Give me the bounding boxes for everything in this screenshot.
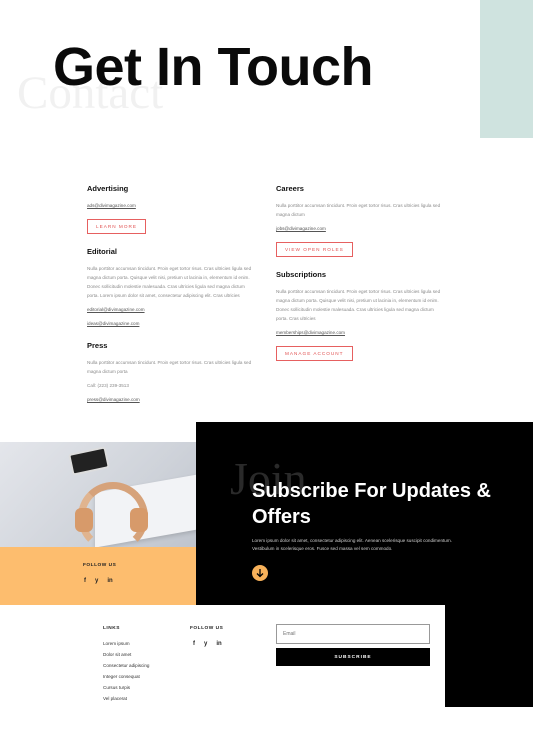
linkedin-icon[interactable]: in xyxy=(107,578,112,584)
memberships-email-link[interactable]: memberships@divimagazine.com xyxy=(276,328,446,337)
facebook-icon[interactable]: f xyxy=(84,578,86,584)
headphones-photo xyxy=(0,442,196,547)
twitter-icon[interactable]: y xyxy=(204,641,207,647)
linkedin-icon[interactable]: in xyxy=(216,641,221,647)
manage-account-button[interactable]: MANAGE ACCOUNT xyxy=(276,346,353,361)
headphone-cup-left xyxy=(75,508,93,532)
arrow-down-circle-icon[interactable] xyxy=(252,565,268,581)
press-heading: Press xyxy=(87,341,108,350)
press-text: Nulla porttitor accumsan tincidunt. Proi… xyxy=(87,360,252,374)
advertising-email-link[interactable]: ads@divimagazine.com xyxy=(87,201,257,210)
editorial-text: Nulla porttitor accumsan tincidunt. Proi… xyxy=(87,266,252,298)
view-open-roles-button[interactable]: VIEW OPEN ROLES xyxy=(276,242,353,257)
footer-link[interactable]: Dolor sit amet xyxy=(103,649,149,660)
ideas-email-link[interactable]: ideas@divimagazine.com xyxy=(87,319,257,328)
footer-link[interactable]: Vel placerat xyxy=(103,693,149,704)
facebook-icon[interactable]: f xyxy=(193,641,195,647)
phone-shape xyxy=(68,446,110,476)
footer-follow-label: FOLLOW US xyxy=(190,626,224,631)
teal-accent-block xyxy=(480,0,533,138)
editorial-email-link[interactable]: editorial@divimagazine.com xyxy=(87,305,257,314)
learn-more-button[interactable]: LEARN MORE xyxy=(87,219,146,234)
footer-link[interactable]: Lorem ipsum xyxy=(103,638,149,649)
footer-links-list: Lorem ipsum Dolor sit amet Consectetur a… xyxy=(103,638,149,704)
footer-links-label: LINKS xyxy=(103,626,120,631)
headphone-cup-right xyxy=(130,508,148,532)
footer-link[interactable]: Consectetur adipiscing xyxy=(103,660,149,671)
social-links: f y in xyxy=(84,578,113,584)
careers-heading: Careers xyxy=(276,184,304,193)
careers-email-link[interactable]: jobs@divimagazine.com xyxy=(276,224,446,233)
email-input[interactable] xyxy=(276,624,430,644)
subscribe-title: Subscribe For Updates & Offers xyxy=(252,480,491,528)
subscriptions-heading: Subscriptions xyxy=(276,270,327,279)
page-title: Get In Touch xyxy=(53,37,373,97)
careers-text: Nulla porttitor accumsan tincidunt. Proi… xyxy=(276,203,441,217)
footer-social-links: f y in xyxy=(193,641,222,647)
advertising-heading: Advertising xyxy=(87,184,129,193)
subscriptions-text: Nulla porttitor accumsan tincidunt. Proi… xyxy=(276,289,441,321)
press-phone: Call: (223) 239-3513 xyxy=(87,383,129,388)
follow-panel xyxy=(0,547,196,605)
subscribe-button[interactable]: SUBSCRIBE xyxy=(276,648,430,666)
contact-column-left: Advertising ads@divimagazine.com LEARN M… xyxy=(87,184,257,404)
footer-link[interactable]: Cursus turpis xyxy=(103,682,149,693)
footer-link[interactable]: Integer consequat xyxy=(103,671,149,682)
twitter-icon[interactable]: y xyxy=(95,578,98,584)
editorial-heading: Editorial xyxy=(87,247,118,256)
subscribe-text: Lorem ipsum dolor sit amet, consectetur … xyxy=(252,538,452,551)
press-email-link[interactable]: press@divimagazine.com xyxy=(87,395,257,404)
contact-column-right: Careers Nulla porttitor accumsan tincidu… xyxy=(276,184,446,361)
follow-us-label: FOLLOW US xyxy=(83,563,117,568)
